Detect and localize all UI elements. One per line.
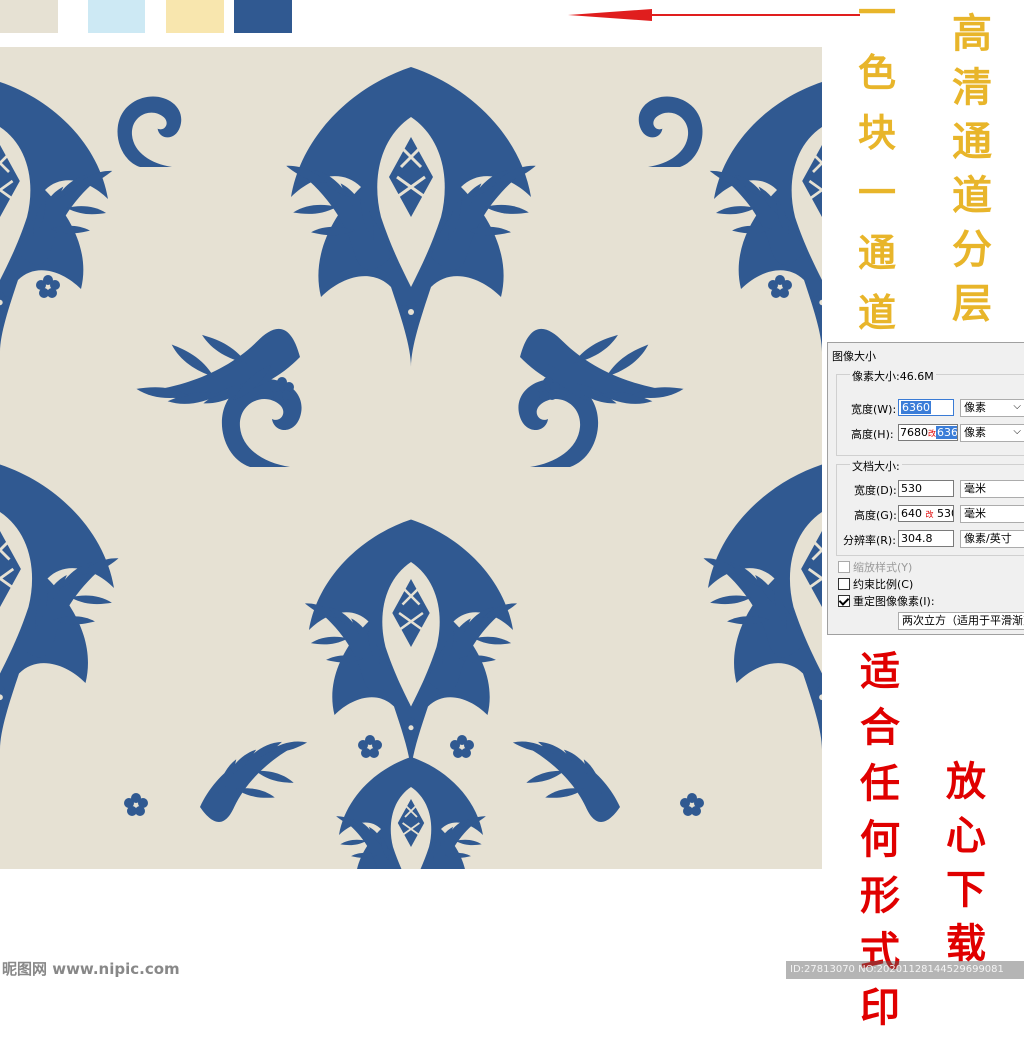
annotation-char: 合 [860,704,900,751]
dialog-title: 图像大小 [832,350,876,363]
height-label: 高度(H): [851,428,894,441]
resample-method-label: 两次立方（适用于平滑渐变 [902,614,1024,627]
doc-width-value: 530 [901,482,922,495]
annotation-char: 印 [860,984,900,1031]
annotation-char: 形 [860,872,900,919]
resolution-value: 304.8 [901,532,933,545]
annotation-char: 何 [860,816,900,863]
annotation-hd-channel-layers: 高 清 通 道 分 层 [952,14,992,338]
document-size-label: 文档大小: [850,458,902,474]
image-size-dialog: 图像大小 像素大小:46.6M 宽度(W): 6360 像素 ⌵ 高度(H): 7… [827,342,1024,635]
annotation-char: 道 [858,290,897,335]
resolution-label: 分辨率(R): [843,534,896,547]
doc-width-unit-select[interactable]: 毫米 [960,480,1024,498]
scale-styles-checkbox[interactable]: 缩放样式(Y) [838,559,912,575]
color-swatch-navy [234,0,292,33]
doc-width-input[interactable]: 530 [898,480,954,497]
width-value: 6360 [901,401,931,414]
annotation-char: 一 [858,170,897,215]
doc-height-unit-label: 毫米 [964,507,986,520]
checkbox-box [838,561,850,573]
resample-checkbox[interactable]: 重定图像像素(I): [838,593,935,609]
resample-method-select[interactable]: 两次立方（适用于平滑渐变 [898,612,1024,630]
annotation-char: 分 [952,226,992,273]
color-swatch-light-blue [88,0,145,33]
chevron-down-icon: ⌵ [1013,426,1021,437]
resolution-unit-label: 像素/英寸 [964,532,1012,545]
color-swatch-beige [0,0,58,33]
annotation-char: 层 [952,280,992,327]
annotation-char: 块 [858,110,897,155]
image-id-bar: ID:27813070 NO:20201128144529699081 [786,961,1024,979]
height-input[interactable]: 7680改6360 [898,424,958,441]
doc-width-unit-label: 毫米 [964,482,986,495]
annotation-char: 清 [952,64,992,111]
constrain-proportions-checkbox[interactable]: 约束比例(C) [838,576,913,592]
checkbox-box [838,578,850,590]
annotation-download-with-confidence: 放 心 下 载 [946,762,986,978]
resolution-unit-select[interactable]: 像素/英寸 [960,530,1024,548]
doc-height-value-old: 640 [901,507,922,520]
annotation-char: 心 [946,812,986,859]
doc-height-unit-select[interactable]: 毫米 [960,505,1024,523]
doc-height-input[interactable]: 640 改 530 [898,505,954,522]
annotation-char: 色 [858,50,897,95]
height-value-old: 7680 [900,426,928,439]
nipic-logo: 昵图网 www.nipic.com [2,960,180,978]
annotation-char: 任 [860,760,900,807]
annotation-char: 适 [860,648,900,695]
width-unit-label: 像素 [964,401,986,414]
height-unit-label: 像素 [964,426,986,439]
doc-height-value-new: 530 [937,507,953,520]
scale-styles-label: 缩放样式(Y) [853,561,913,574]
width-input[interactable]: 6360 [898,399,954,416]
height-unit-select[interactable]: 像素 ⌵ [960,424,1024,442]
annotation-char: 一 [858,0,897,35]
doc-height-label: 高度(G): [854,509,897,522]
annotation-char: 高 [952,10,992,57]
annotation-char: 下 [946,866,986,913]
width-label: 宽度(W): [851,403,897,416]
annotation-char: 道 [952,172,992,219]
damask-pattern [0,47,822,869]
annotation-char: 通 [858,230,897,275]
width-unit-select[interactable]: 像素 ⌵ [960,399,1024,417]
red-arrow-left [568,9,860,21]
color-swatch-yellow [166,0,224,33]
checkbox-box-checked [838,595,850,607]
annotation-one-color-block-one-channel: 一 色 块 一 通 道 [858,0,896,354]
annotation-char: 载 [946,920,986,967]
doc-width-label: 宽度(D): [854,484,897,497]
resample-label: 重定图像像素(I): [853,595,935,608]
chevron-down-icon: ⌵ [1013,401,1021,412]
constrain-label: 约束比例(C) [853,578,914,591]
annotation-char: 放 [946,758,986,805]
height-change-mark: 改 [928,429,936,438]
annotation-char: 通 [952,118,992,165]
annotation-suitable-for-printing: 适 合 任 何 形 式 印 [860,652,900,1044]
height-value-new: 6360 [936,426,957,439]
pixel-dimensions-label: 像素大小:46.6M [850,368,936,384]
doc-height-change-mark: 改 [925,510,934,519]
resolution-input[interactable]: 304.8 [898,530,954,547]
